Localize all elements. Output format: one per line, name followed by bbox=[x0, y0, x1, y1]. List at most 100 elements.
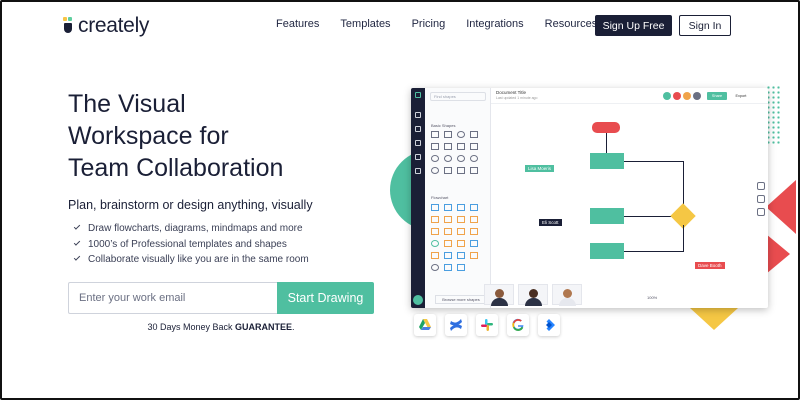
nav-item-pricing[interactable]: Pricing bbox=[412, 18, 446, 30]
google-icon[interactable] bbox=[507, 314, 529, 336]
shape-thumb bbox=[431, 228, 439, 235]
diagram-canvas: Lisa Moeris Eli Scott Dave Booth bbox=[491, 104, 768, 308]
app-preview: Find shapes Basic Shapes Flowchart Brows… bbox=[411, 88, 768, 308]
avatar bbox=[693, 92, 701, 100]
basic-shapes-label: Basic Shapes bbox=[431, 123, 456, 128]
decorative-triangle bbox=[766, 180, 796, 234]
shape-thumb bbox=[444, 131, 452, 138]
shape-thumb bbox=[431, 167, 439, 174]
integrations-row bbox=[414, 314, 569, 336]
page: creately Features Templates Pricing Inte… bbox=[0, 0, 800, 400]
flowchart-process-node bbox=[590, 153, 624, 169]
shape-thumb bbox=[470, 216, 478, 223]
flowchart-shapes-grid bbox=[431, 204, 483, 276]
shape-thumb bbox=[470, 131, 478, 138]
feature-text: 1000’s of Professional templates and sha… bbox=[88, 238, 287, 250]
shape-thumb bbox=[444, 264, 452, 271]
guarantee-prefix: 30 Days Money Back bbox=[147, 322, 235, 332]
shape-thumb bbox=[470, 252, 478, 259]
connector bbox=[606, 133, 607, 153]
shape-thumb bbox=[444, 143, 452, 150]
browse-more-shapes-button: Browse more shapes bbox=[435, 295, 487, 304]
sign-in-button[interactable]: Sign In bbox=[679, 15, 731, 36]
shape-search: Find shapes bbox=[430, 92, 486, 101]
document-subtitle: Last updated 1 minute ago bbox=[496, 96, 538, 100]
basic-shapes-grid bbox=[431, 131, 483, 179]
participant-head bbox=[563, 289, 572, 298]
shape-thumb bbox=[457, 204, 465, 211]
shape-thumb bbox=[470, 228, 478, 235]
email-field-wrapper bbox=[68, 282, 278, 314]
shape-thumb bbox=[431, 240, 439, 247]
cursor-label: Lisa Moeris bbox=[525, 165, 555, 172]
check-icon bbox=[73, 239, 81, 246]
creately-logo-icon bbox=[62, 16, 76, 36]
participant-head bbox=[529, 289, 538, 298]
feature-item: 1000’s of Professional templates and sha… bbox=[73, 237, 309, 253]
participant-shoulders bbox=[491, 298, 508, 306]
connector bbox=[624, 161, 683, 162]
chat-icon bbox=[757, 195, 765, 203]
start-drawing-button[interactable]: Start Drawing bbox=[277, 282, 374, 314]
zoom-level: 100% bbox=[647, 295, 658, 300]
feature-item: Collaborate visually like you are in the… bbox=[73, 252, 309, 268]
guarantee-strong: GUARANTEE bbox=[235, 322, 293, 332]
jira-icon[interactable] bbox=[538, 314, 560, 336]
shape-thumb bbox=[444, 228, 452, 235]
hero-title-line: Team Collaboration bbox=[68, 154, 284, 182]
avatar bbox=[673, 92, 681, 100]
hero-title-line: The Visual bbox=[68, 90, 186, 118]
folder-icon bbox=[415, 126, 421, 132]
document-title: Document Title bbox=[496, 90, 527, 95]
google-drive-icon[interactable] bbox=[414, 314, 436, 336]
nav-item-features[interactable]: Features bbox=[276, 18, 319, 30]
participant-shoulders bbox=[559, 298, 576, 306]
connector bbox=[683, 225, 684, 252]
decorative-triangle bbox=[766, 234, 790, 274]
shape-thumb bbox=[444, 204, 452, 211]
connector bbox=[683, 161, 684, 209]
guarantee-suffix: . bbox=[292, 322, 295, 332]
confluence-icon[interactable] bbox=[445, 314, 467, 336]
layers-icon bbox=[415, 154, 421, 160]
hero-title-line: Workspace for bbox=[68, 122, 229, 150]
avatar bbox=[663, 92, 671, 100]
site-header: creately Features Templates Pricing Inte… bbox=[2, 2, 798, 50]
flowchart-start-node bbox=[592, 122, 620, 133]
app-header: Document Title Last updated 1 minute ago… bbox=[491, 88, 768, 104]
flowchart-process-node bbox=[590, 208, 624, 224]
connector bbox=[624, 216, 676, 217]
shape-thumb bbox=[457, 252, 465, 259]
shapes-icon bbox=[415, 112, 421, 118]
sign-up-button[interactable]: Sign Up Free bbox=[595, 15, 672, 36]
shape-thumb bbox=[457, 143, 465, 150]
shape-thumb bbox=[457, 155, 465, 162]
shape-thumb bbox=[431, 143, 439, 150]
participant-shoulders bbox=[525, 298, 542, 306]
decorative-dot-grid bbox=[766, 85, 782, 145]
shape-thumb bbox=[457, 131, 465, 138]
shape-panel: Find shapes Basic Shapes Flowchart Brows… bbox=[425, 88, 491, 308]
email-field[interactable] bbox=[69, 283, 278, 313]
app-toolbar-rail bbox=[411, 88, 425, 308]
shape-thumb bbox=[431, 264, 439, 271]
logo[interactable]: creately bbox=[62, 14, 149, 38]
flowchart-label: Flowchart bbox=[431, 195, 449, 200]
shape-thumb bbox=[457, 228, 465, 235]
nav-item-templates[interactable]: Templates bbox=[340, 18, 390, 30]
feature-list: Draw flowcharts, diagrams, mindmaps and … bbox=[73, 221, 309, 268]
avatar bbox=[683, 92, 691, 100]
shape-thumb bbox=[470, 240, 478, 247]
shape-thumb bbox=[431, 155, 439, 162]
feature-text: Draw flowcharts, diagrams, mindmaps and … bbox=[88, 223, 303, 235]
slack-icon[interactable] bbox=[476, 314, 498, 336]
shape-thumb bbox=[457, 264, 465, 271]
nav-item-integrations[interactable]: Integrations bbox=[466, 18, 523, 30]
shape-thumb bbox=[431, 131, 439, 138]
video-participant bbox=[518, 284, 548, 306]
comment-icon bbox=[757, 182, 765, 190]
shape-thumb bbox=[470, 155, 478, 162]
logo-text: creately bbox=[78, 14, 150, 37]
share-button: Share bbox=[707, 92, 727, 100]
shape-thumb bbox=[444, 216, 452, 223]
